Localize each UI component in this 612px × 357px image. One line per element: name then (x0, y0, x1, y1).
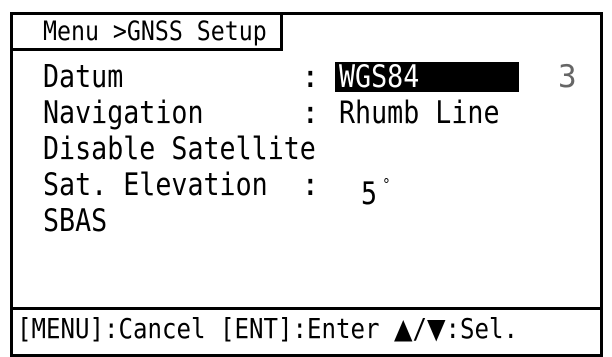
option-index: 3 (558, 59, 577, 95)
separator-colon: : (301, 167, 320, 203)
datum-value-selected[interactable]: WGS84 (335, 59, 519, 95)
menu-item-sbas[interactable]: SBAS (43, 203, 583, 239)
degree-symbol: ° (382, 175, 391, 194)
menu-list: Datum : WGS84 3 Navigation : Rhumb Line … (43, 59, 583, 239)
menu-item-label: Navigation (43, 95, 204, 131)
slash: / (412, 312, 427, 345)
menu-item-navigation[interactable]: Navigation : Rhumb Line (43, 95, 583, 131)
menu-cancel-hint: [MENU]:Cancel (17, 312, 206, 345)
title-bar: Menu >GNSS Setup (13, 15, 283, 51)
select-hint: :Sel. (445, 312, 519, 345)
up-arrow-icon: ▲ (393, 312, 413, 345)
ent-enter-hint: [ENT]:Enter (219, 312, 380, 345)
down-arrow-icon: ▼ (426, 312, 446, 345)
key-guide-text: [MENU]:Cancel [ENT]:Enter ▲/▼:Sel. (17, 312, 518, 346)
menu-item-sat-elevation[interactable]: Sat. Elevation : 5 ° (43, 167, 583, 212)
menu-item-label: Disable Satellite (43, 131, 316, 167)
menu-item-label: SBAS (43, 203, 108, 239)
separator-colon: : (301, 59, 320, 95)
datum-value: WGS84 (339, 59, 420, 95)
key-guide-bar: [MENU]:Cancel [ENT]:Enter ▲/▼:Sel. (13, 307, 600, 347)
separator-colon: : (301, 95, 320, 131)
menu-item-datum[interactable]: Datum : WGS84 3 (43, 59, 583, 95)
navigation-value: Rhumb Line (339, 95, 500, 131)
menu-item-label: Datum (43, 59, 124, 95)
menu-item-label: Sat. Elevation (43, 167, 268, 203)
menu-item-disable-satellite[interactable]: Disable Satellite (43, 131, 583, 167)
page-title: Menu >GNSS Setup (43, 16, 267, 47)
gnss-setup-screen: Menu >GNSS Setup Datum : WGS84 3 Navigat… (10, 12, 603, 357)
